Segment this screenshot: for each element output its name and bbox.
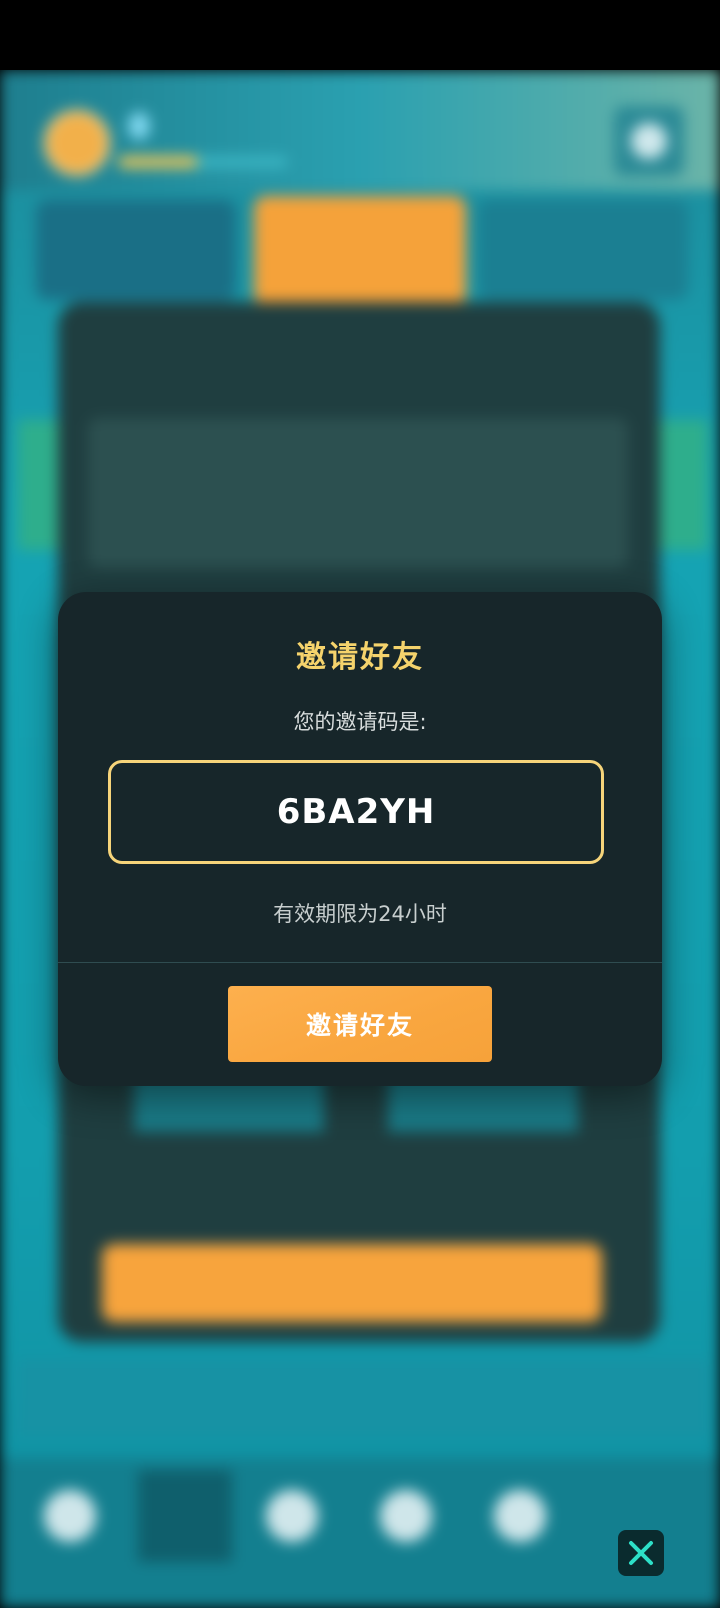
background-list-row bbox=[18, 1360, 708, 1436]
background-bottom-nav bbox=[0, 1458, 720, 1608]
app-screen: 邀请好友 您的邀请码是: 6BA2YH 有效期限为24小时 邀请好友 bbox=[0, 0, 720, 1608]
experience-bar-fill bbox=[118, 156, 198, 168]
invite-code-box[interactable]: 6BA2YH bbox=[108, 760, 604, 864]
status-bar bbox=[0, 0, 720, 70]
background-nav-selected bbox=[138, 1470, 232, 1562]
background-panel-text-block bbox=[88, 418, 628, 568]
background-panel-orange-button bbox=[102, 1244, 602, 1322]
nav-warning-icon bbox=[44, 1490, 96, 1542]
background-card-center bbox=[254, 196, 466, 306]
close-icon bbox=[629, 1541, 653, 1565]
water-drop-icon bbox=[128, 112, 150, 140]
dialog-title: 邀请好友 bbox=[296, 640, 424, 675]
settings-gear-icon bbox=[614, 106, 684, 176]
nav-heart-icon bbox=[494, 1490, 546, 1542]
background-card-left bbox=[36, 200, 236, 300]
validity-text: 有效期限为24小时 bbox=[273, 902, 447, 926]
background-card-right bbox=[478, 200, 688, 300]
dialog-divider bbox=[58, 962, 662, 963]
invite-friend-button[interactable]: 邀请好友 bbox=[228, 986, 492, 1062]
invite-code-label: 您的邀请码是: bbox=[293, 710, 427, 734]
background-top-bar bbox=[0, 70, 720, 190]
coin-avatar-icon bbox=[44, 110, 110, 176]
invite-code-value: 6BA2YH bbox=[276, 792, 436, 832]
nav-circle-icon bbox=[266, 1490, 318, 1542]
invite-friend-dialog: 邀请好友 您的邀请码是: 6BA2YH 有效期限为24小时 邀请好友 bbox=[58, 592, 662, 1086]
nav-diamond-icon bbox=[380, 1490, 432, 1542]
close-button[interactable] bbox=[618, 1530, 664, 1576]
